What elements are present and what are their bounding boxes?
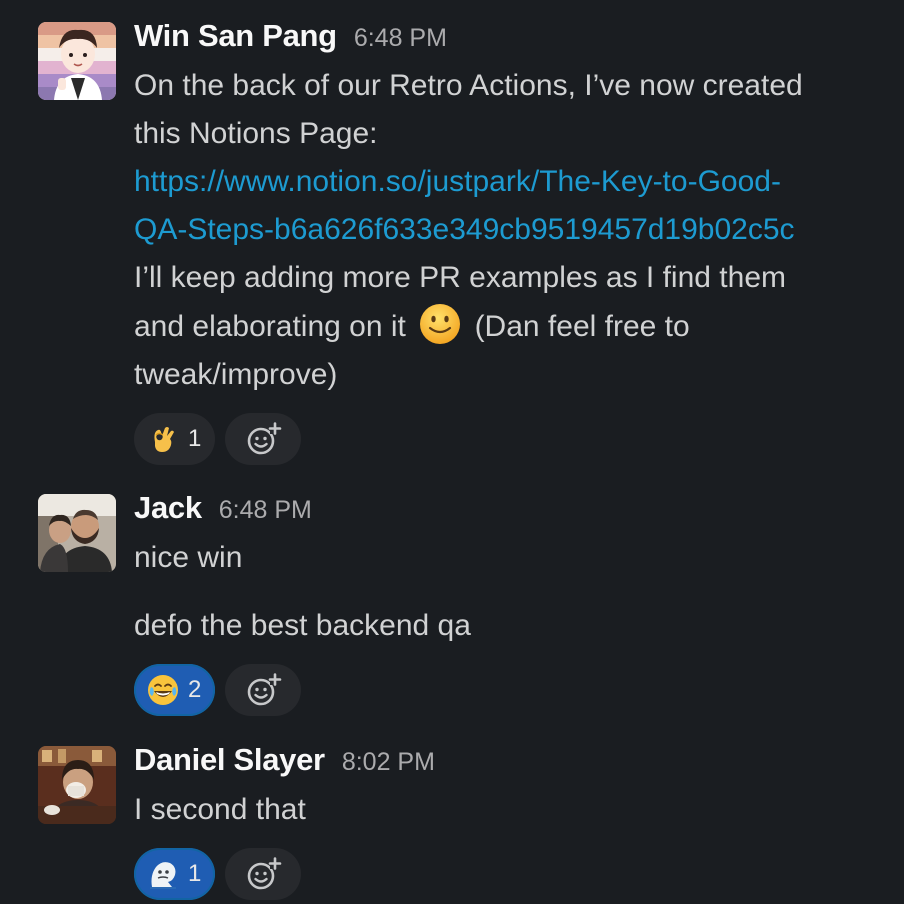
timestamp[interactable]: 6:48 PM [219,496,312,525]
message-text: On the back of our Retro Actions, I’ve n… [134,62,884,399]
message-feed: Win San Pang 6:48 PM On the back of our … [0,0,904,904]
add-reaction-icon [248,857,282,890]
avatar[interactable] [38,746,116,824]
custom-blob-icon [150,862,176,889]
timestamp[interactable]: 8:02 PM [342,748,435,777]
add-reaction-icon [248,422,282,455]
text-segment: and elaborating on it [134,310,406,343]
text-line-with-emoji: and elaborating on it (Dan feel free to [134,302,884,351]
text-line: defo the best backend qa [134,609,471,642]
add-reaction-icon [248,673,282,706]
timestamp[interactable]: 6:48 PM [354,24,447,53]
add-reaction-button[interactable] [225,664,302,716]
message-header: Daniel Slayer 8:02 PM [134,742,884,782]
user-avatar-icon [38,22,116,100]
text-line: this Notions Page: [134,117,378,150]
message-header: Jack 6:48 PM [134,490,884,530]
reactions-bar: 2 [134,664,884,716]
joy-icon [148,675,178,705]
text-line: I second that [134,793,306,826]
text-line: On the back of our Retro Actions, I’ve n… [134,69,803,102]
message-text: nice win defo the best backend qa [134,534,884,650]
user-avatar-icon [38,494,116,572]
avatar[interactable] [38,22,116,100]
reactions-bar: 1 [134,848,884,900]
text-segment: (Dan feel free to [474,310,690,343]
message-header: Win San Pang 6:48 PM [134,18,884,58]
reaction-ok-hand[interactable]: 1 [134,413,216,465]
message-text: I second that [134,786,884,834]
notion-link-part-1[interactable]: https://www.notion.so/justpark/The-Key-t… [134,165,781,198]
reaction-joy[interactable]: 2 [134,664,216,716]
author-name[interactable]: Win San Pang [134,18,337,54]
reaction-count: 2 [188,676,202,703]
notion-link-part-2[interactable]: QA-Steps-b6a626f633e349cb9519457d19b02c5… [134,213,795,246]
author-name[interactable]: Daniel Slayer [134,742,325,778]
ok-hand-icon [154,427,174,452]
author-name[interactable]: Jack [134,490,202,526]
text-line: nice win [134,541,243,574]
slightly-smiling-face-icon [420,304,461,344]
text-line: tweak/improve) [134,358,338,391]
text-line: I’ll keep adding more PR examples as I f… [134,261,786,294]
add-reaction-button[interactable] [225,413,302,465]
reaction-custom-blob[interactable]: 1 [134,848,216,900]
reaction-count: 1 [188,860,202,887]
user-avatar-icon [38,746,116,824]
avatar[interactable] [38,494,116,572]
reactions-bar: 1 [134,413,884,465]
reaction-count: 1 [188,425,202,452]
add-reaction-button[interactable] [225,848,302,900]
